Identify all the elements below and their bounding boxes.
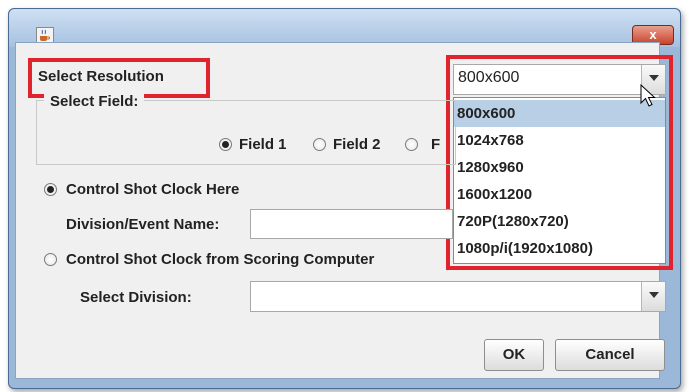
field-3-label[interactable]: F [431,136,440,153]
resolution-label: Select Resolution [38,68,164,85]
division-event-label: Division/Event Name: [66,216,220,233]
control-scoring-radio[interactable] [44,253,57,266]
resolution-dropdown-highlight [446,55,673,270]
cancel-button[interactable]: Cancel [555,339,665,371]
control-here-radio[interactable] [44,183,57,196]
field-2-radio[interactable] [313,138,326,151]
select-field-title: Select Field: [44,93,145,110]
division-event-input[interactable] [250,209,453,239]
mouse-pointer-icon [640,83,658,113]
field-1-label[interactable]: Field 1 [239,136,287,153]
control-scoring-label[interactable]: Control Shot Clock from Scoring Computer [66,251,374,268]
chevron-down-icon[interactable] [641,282,665,311]
select-division-label: Select Division: [80,289,192,306]
field-1-radio[interactable] [219,138,232,151]
field-2-label[interactable]: Field 2 [333,136,381,153]
select-division-combo[interactable] [250,281,666,312]
field-3-radio[interactable] [405,138,418,151]
control-here-label[interactable]: Control Shot Clock Here [66,181,239,198]
ok-button[interactable]: OK [484,339,544,371]
